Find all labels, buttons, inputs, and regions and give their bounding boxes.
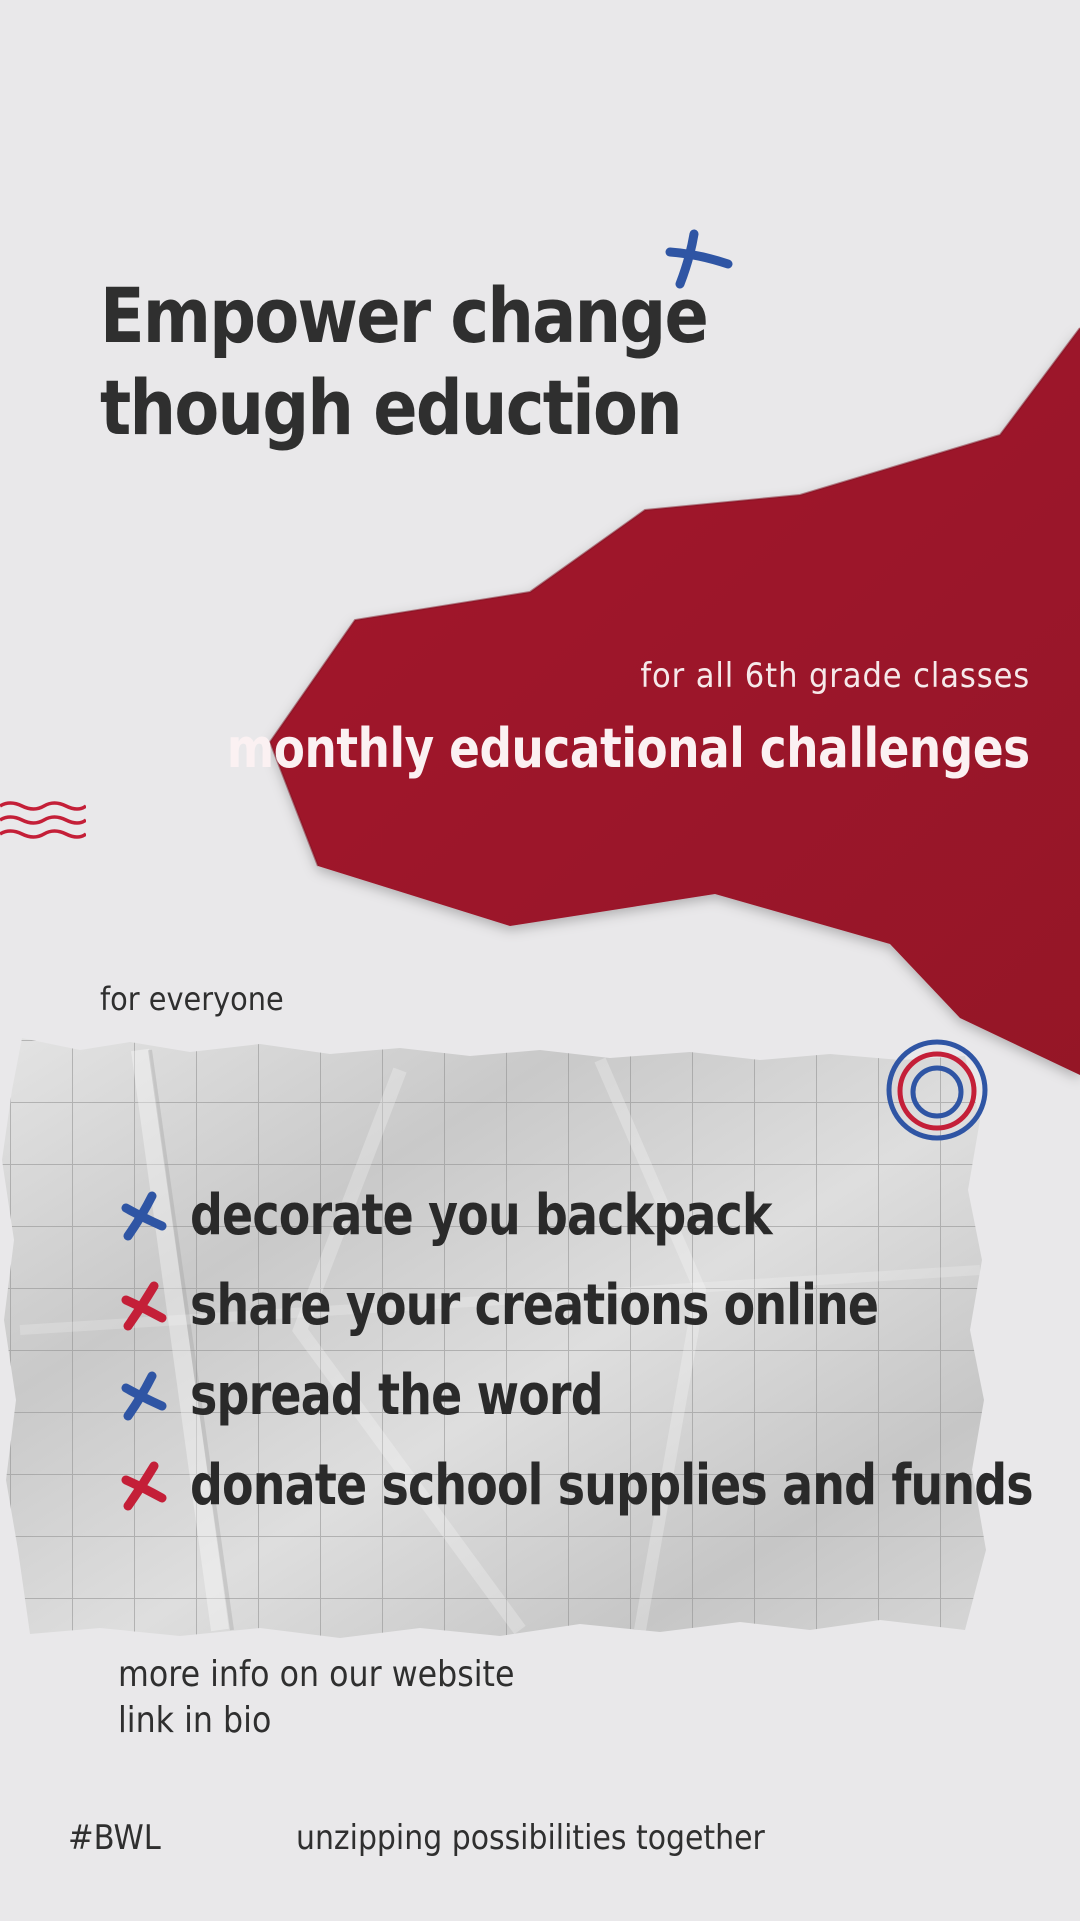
page-title: Empower change though eduction: [100, 270, 709, 454]
target-circles-icon: [886, 1039, 988, 1141]
list-item: spread the word: [116, 1350, 1080, 1440]
info-link-text: link in bio: [118, 1700, 272, 1741]
list-item: share your creations online: [116, 1260, 1080, 1350]
title-line-1: Empower change: [100, 271, 709, 360]
banner-headline: monthly educational challenges: [227, 717, 1030, 780]
hashtag: #BWL: [68, 1818, 161, 1858]
banner-subtitle: for all 6th grade classes: [640, 656, 1030, 696]
list-item-text: donate school supplies and funds: [190, 1452, 1034, 1518]
wavy-lines-icon: [0, 801, 86, 839]
info-block: more info on our website link in bio: [118, 1652, 514, 1744]
info-website-text: more info on our website: [118, 1654, 515, 1695]
x-mark-icon: [121, 1281, 167, 1331]
audience-label: for everyone: [100, 980, 284, 1018]
x-mark-icon: [121, 1191, 167, 1241]
x-mark-icon: [121, 1461, 167, 1511]
list-item-text: share your creations online: [190, 1272, 879, 1338]
tagline: unzipping possibilities together: [296, 1818, 765, 1858]
list-item-text: decorate you backpack: [190, 1182, 772, 1248]
x-mark-icon: [121, 1371, 167, 1421]
challenge-list: decorate you backpack share your creatio…: [116, 1170, 1080, 1530]
list-item: decorate you backpack: [116, 1170, 1080, 1260]
list-item: donate school supplies and funds: [116, 1440, 1080, 1530]
title-line-2: though eduction: [100, 363, 683, 452]
list-item-text: spread the word: [190, 1362, 604, 1428]
